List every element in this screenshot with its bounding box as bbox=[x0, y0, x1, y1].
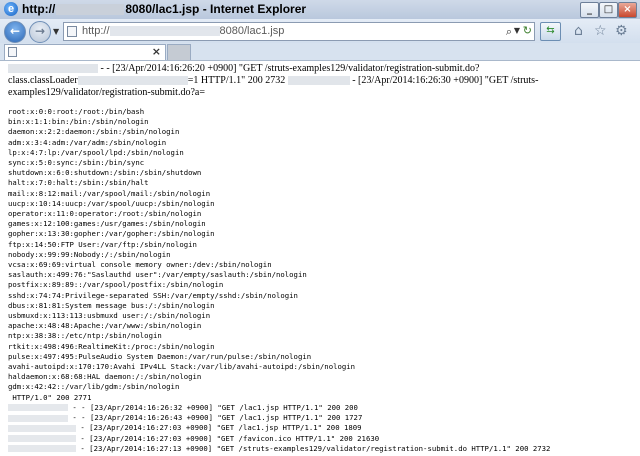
passwd-line: gopher:x:13:30:gopher:/var/gopher:/sbin/… bbox=[8, 229, 215, 239]
redacted-ip bbox=[8, 404, 68, 412]
access-log-text: - - [23/Apr/2014:16:26:43 +0900] "GET /l… bbox=[68, 413, 363, 423]
passwd-line: pulse:x:497:495:PulseAudio System Daemon… bbox=[8, 351, 312, 361]
passwd-line: HTTP/1.0" 200 2771 bbox=[8, 392, 92, 402]
passwd-line: root:x:0:0:root:/root:/bin/bash bbox=[8, 107, 145, 116]
passwd-line: dbus:x:81:81:System message bus:/:/sbin/… bbox=[8, 300, 215, 310]
passwd-line: games:x:12:100:games:/usr/games:/sbin/no… bbox=[8, 219, 206, 229]
passwd-line: ntp:x:38:38::/etc/ntp:/sbin/nologin bbox=[8, 331, 162, 341]
passwd-line: adm:x:3:4:adm:/var/adm:/sbin/nologin bbox=[8, 137, 167, 147]
url-prefix: http:// bbox=[82, 25, 110, 37]
passwd-line: shutdown:x:6:0:shutdown:/sbin:/sbin/shut… bbox=[8, 168, 202, 178]
maximize-button[interactable]: □ bbox=[599, 2, 618, 18]
request-line-2c: - [23/Apr/2014:16:26:30 +0900] "GET /str… bbox=[349, 75, 539, 86]
passwd-line: apache:x:48:48:Apache:/var/www:/sbin/nol… bbox=[8, 321, 202, 331]
request-line-1a: - - [23/Apr/2014:16:26:20 +0900] "GET /s… bbox=[98, 63, 480, 74]
passwd-line: bin:x:1:1:bin:/bin:/sbin/nologin bbox=[8, 117, 149, 127]
redacted-ip bbox=[8, 64, 98, 74]
access-log-text: - [23/Apr/2014:16:27:03 +0900] "GET /lac… bbox=[76, 423, 362, 433]
passwd-line: saslauth:x:499:76:"Saslauthd user":/var/… bbox=[8, 270, 307, 280]
access-log-line: - [23/Apr/2014:16:27:03 +0900] "GET /fav… bbox=[8, 434, 634, 444]
passwd-line: gdm:x:42:42::/var/lib/gdm:/sbin/nologin bbox=[8, 382, 180, 392]
close-window-button[interactable]: × bbox=[618, 2, 637, 18]
access-log-line: - - [23/Apr/2014:16:26:43 +0900] "GET /l… bbox=[8, 413, 634, 423]
access-log: - - [23/Apr/2014:16:26:32 +0900] "GET /l… bbox=[8, 403, 634, 453]
redacted-ip bbox=[8, 435, 76, 442]
navigation-bar: ← → ▼ http:// 8080/lac1.jsp ⌕ ▼ ↻ ⇆ ⌂ ☆ ⚙ bbox=[0, 19, 640, 43]
passwd-line: halt:x:7:0:halt:/sbin:/sbin/halt bbox=[8, 178, 149, 188]
refresh-icon[interactable]: ↻ bbox=[523, 24, 532, 37]
page-content: - - [23/Apr/2014:16:26:20 +0900] "GET /s… bbox=[8, 63, 634, 453]
passwd-line: sync:x:5:0:sync:/sbin:/bin/sync bbox=[8, 158, 145, 168]
access-log-line: - - [23/Apr/2014:16:26:32 +0900] "GET /l… bbox=[8, 403, 634, 413]
passwd-line: daemon:x:2:2:daemon:/sbin:/sbin/nologin bbox=[8, 127, 180, 137]
redacted-ip bbox=[8, 414, 68, 422]
internet-explorer-logo-icon: e bbox=[4, 2, 18, 16]
redacted-ip bbox=[8, 424, 76, 432]
passwd-line: haldaemon:x:68:68:HAL daemon:/:/sbin/nol… bbox=[8, 372, 202, 382]
settings-gear-icon[interactable]: ⚙ bbox=[615, 23, 628, 39]
tab-bar: × bbox=[0, 43, 640, 61]
access-log-line: - [23/Apr/2014:16:27:03 +0900] "GET /lac… bbox=[8, 423, 634, 433]
redacted-ip bbox=[287, 76, 350, 86]
recent-pages-chevron-down-icon[interactable]: ▼ bbox=[53, 27, 59, 36]
access-log-text: - [23/Apr/2014:16:27:13 +0900] "GET /str… bbox=[76, 443, 551, 453]
request-line-2a: class.classLoader bbox=[8, 75, 78, 86]
access-log-text: - [23/Apr/2014:16:27:03 +0900] "GET /fav… bbox=[76, 433, 380, 443]
search-icon[interactable]: ⌕ bbox=[506, 25, 512, 39]
compatibility-view-button[interactable]: ⇆ bbox=[540, 22, 561, 41]
minimize-button[interactable]: _ bbox=[580, 2, 599, 18]
redacted-url-host bbox=[109, 26, 220, 37]
passwd-line: rtkit:x:498:496:RealtimeKit:/proc:/sbin/… bbox=[8, 341, 215, 351]
request-line-2b: =1 HTTP/1.1" 200 2732 bbox=[187, 75, 286, 86]
passwd-line: lp:x:4:7:lp:/var/spool/lpd:/sbin/nologin bbox=[8, 147, 184, 157]
url-suffix: 8080/lac1.jsp bbox=[219, 25, 285, 37]
back-button[interactable]: ← bbox=[4, 21, 26, 43]
tab-lac1[interactable]: × bbox=[4, 44, 166, 60]
favorites-star-icon[interactable]: ☆ bbox=[594, 23, 607, 39]
passwd-line: usbmuxd:x:113:113:usbmuxd user:/:/sbin/n… bbox=[8, 311, 211, 321]
redacted-ip bbox=[8, 445, 76, 453]
title-bar: e http:// 8080/lac1.jsp - Internet Explor… bbox=[0, 0, 640, 20]
passwd-line: sshd:x:74:74:Privilege-separated SSH:/va… bbox=[8, 290, 298, 300]
window-title: http:// 8080/lac1.jsp - Internet Explorer bbox=[22, 2, 306, 16]
access-log-line: - [23/Apr/2014:16:27:13 +0900] "GET /str… bbox=[8, 444, 634, 453]
access-log-text: - - [23/Apr/2014:16:26:32 +0900] "GET /l… bbox=[68, 402, 358, 412]
page-icon bbox=[67, 26, 77, 37]
passwd-file-dump: root:x:0:0:root:/root:/bin/bash bin:x:1:1… bbox=[8, 107, 634, 403]
passwd-line: avahi-autoipd:x:170:170:Avahi IPv4LL Sta… bbox=[8, 362, 356, 372]
passwd-line: vcsa:x:69:69:virtual console memory owne… bbox=[8, 260, 272, 270]
address-bar[interactable]: http:// 8080/lac1.jsp ⌕ ▼ ↻ bbox=[63, 22, 535, 41]
new-tab-button[interactable] bbox=[167, 44, 191, 60]
passwd-line: operator:x:11:0:operator:/root:/sbin/nol… bbox=[8, 209, 202, 219]
request-line-3: examples129/validator/registration-submi… bbox=[8, 87, 205, 98]
window-title-prefix: http:// bbox=[22, 2, 56, 16]
redacted-parameter bbox=[77, 76, 188, 86]
passwd-line: uucp:x:10:14:uucp:/var/spool/uucp:/sbin/… bbox=[8, 198, 215, 208]
tab-page-icon bbox=[8, 47, 17, 57]
window-title-suffix: 8080/lac1.jsp - Internet Explorer bbox=[125, 2, 307, 16]
address-dropdown-chevron-down-icon[interactable]: ▼ bbox=[514, 26, 520, 35]
home-icon[interactable]: ⌂ bbox=[574, 23, 583, 39]
redacted-host bbox=[56, 4, 125, 16]
address-url[interactable]: http:// 8080/lac1.jsp bbox=[82, 25, 284, 37]
passwd-line: mail:x:8:12:mail:/var/spool/mail:/sbin/n… bbox=[8, 188, 211, 198]
request-log-header: - - [23/Apr/2014:16:26:20 +0900] "GET /s… bbox=[8, 63, 634, 99]
passwd-line: postfix:x:89:89::/var/spool/postfix:/sbi… bbox=[8, 280, 224, 290]
tab-close-button[interactable]: × bbox=[152, 45, 161, 58]
passwd-line: nobody:x:99:99:Nobody:/:/sbin/nologin bbox=[8, 249, 171, 259]
forward-button[interactable]: → bbox=[29, 21, 51, 43]
passwd-line: ftp:x:14:50:FTP User:/var/ftp:/sbin/nolo… bbox=[8, 239, 197, 249]
